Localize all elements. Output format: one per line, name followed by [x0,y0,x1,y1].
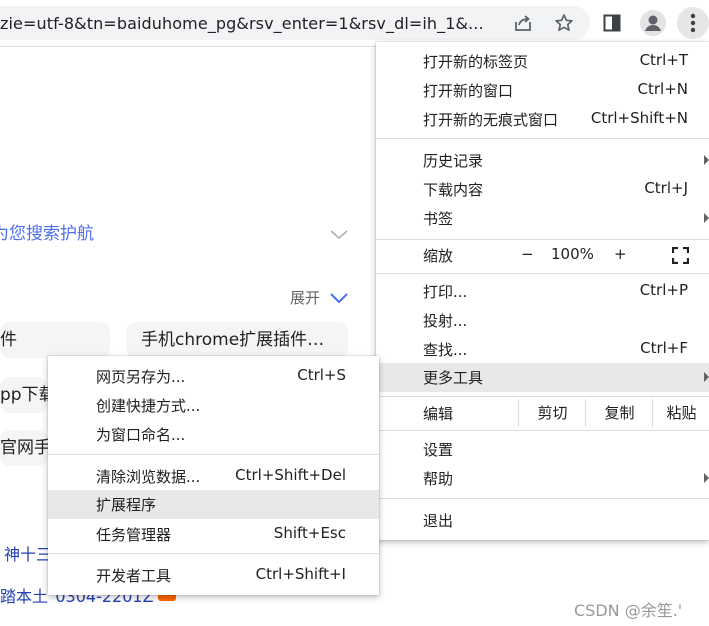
menu-item-print[interactable]: 打印... Ctrl+P [376,277,709,305]
chevron-down-icon[interactable] [330,289,348,308]
menu-item-new-tab[interactable]: 打开新的标签页 Ctrl+T [376,47,709,75]
chip-label: 手机chrome扩展插件… [141,330,325,350]
chip-label: pp下载 [0,385,48,405]
expand-toggle[interactable]: 展开 [290,287,320,308]
menu-item-clear-data[interactable]: 清除浏览数据... Ctrl+Shift+Del [48,462,379,490]
side-panel-icon[interactable] [600,11,624,35]
share-icon[interactable] [512,12,534,34]
related-search-chip[interactable]: pp下载 [0,377,48,413]
cut-button[interactable]: 剪切 [518,399,586,427]
person-icon [645,15,661,31]
menu-item-bookmarks[interactable]: 书签 [376,204,709,232]
watermark: CSDN @余笙.' [574,601,683,620]
menu-separator [48,454,379,455]
url-text[interactable]: zie=utf-8&tn=baiduhome_pg&rsv_enter=1&rs… [0,14,498,33]
menu-item-save-page[interactable]: 网页另存为... Ctrl+S [48,362,379,390]
menu-item-edit: 编辑 剪切 复制 粘贴 [376,399,709,427]
menu-item-create-shortcut[interactable]: 创建快捷方式... [48,391,379,419]
menu-separator [376,430,709,431]
copy-button[interactable]: 复制 [585,399,653,427]
paste-button[interactable]: 粘贴 [652,399,709,427]
menu-separator [376,498,709,499]
chrome-menu-button[interactable] [677,7,709,39]
menu-item-name-window[interactable]: 为窗口命名... [48,420,379,448]
submenu-arrow-icon [704,213,709,223]
menu-item-history[interactable]: 历史记录 [376,146,709,174]
submenu-arrow-icon [704,372,709,382]
menu-item-task-manager[interactable]: 任务管理器 Shift+Esc [48,520,379,548]
menu-item-downloads[interactable]: 下载内容 Ctrl+J [376,175,709,203]
menu-item-dev-tools[interactable]: 开发者工具 Ctrl+Shift+I [48,561,379,589]
bookmark-star-icon[interactable] [552,11,576,35]
menu-item-exit[interactable]: 退出 [376,506,709,534]
menu-item-more-tools[interactable]: 更多工具 [376,363,709,392]
more-tools-submenu: 网页另存为... Ctrl+S 创建快捷方式... 为窗口命名... 清除浏览数… [48,356,379,595]
submenu-arrow-icon [704,473,709,483]
browser-toolbar: zie=utf-8&tn=baiduhome_pg&rsv_enter=1&rs… [0,0,709,47]
three-dots-vertical-icon [690,13,696,33]
menu-item-help[interactable]: 帮助 [376,464,709,492]
chip-label: 官网手机 [0,438,48,458]
related-search-chip[interactable]: 手机chrome扩展插件… [126,322,348,358]
related-search-chip[interactable]: 官网手机 [0,430,48,466]
menu-separator [48,553,379,554]
menu-separator [376,138,709,139]
address-bar[interactable]: zie=utf-8&tn=baiduhome_pg&rsv_enter=1&rs… [0,6,590,40]
profile-avatar[interactable] [640,10,666,36]
menu-item-new-window[interactable]: 打开新的窗口 Ctrl+N [376,76,709,104]
submenu-arrow-icon [704,155,709,165]
related-search-chip[interactable]: 件 [0,322,110,358]
zoom-out-button[interactable]: − [521,245,534,263]
menu-item-incognito[interactable]: 打开新的无痕式窗口 Ctrl+Shift+N [376,105,709,133]
menu-separator [376,273,709,274]
menu-item-find[interactable]: 查找... Ctrl+F [376,335,709,363]
hot-search-link[interactable]: 神十三 [4,541,52,565]
chrome-main-menu: 打开新的标签页 Ctrl+T 打开新的窗口 Ctrl+N 打开新的无痕式窗口 C… [376,42,709,540]
menu-item-extensions[interactable]: 扩展程序 [48,490,379,519]
chevron-down-icon[interactable] [330,225,348,244]
search-guard-link[interactable]: 为您搜索护航 [0,219,94,244]
menu-item-cast[interactable]: 投射... [376,306,709,334]
zoom-in-button[interactable]: + [614,245,627,263]
menu-item-settings[interactable]: 设置 [376,435,709,463]
zoom-level: 100% [551,245,594,263]
fullscreen-icon[interactable] [671,246,690,268]
menu-separator [376,396,709,397]
menu-separator [376,239,709,240]
menu-item-zoom: 缩放 − 100% + [376,241,709,270]
chip-label: 件 [0,330,17,350]
